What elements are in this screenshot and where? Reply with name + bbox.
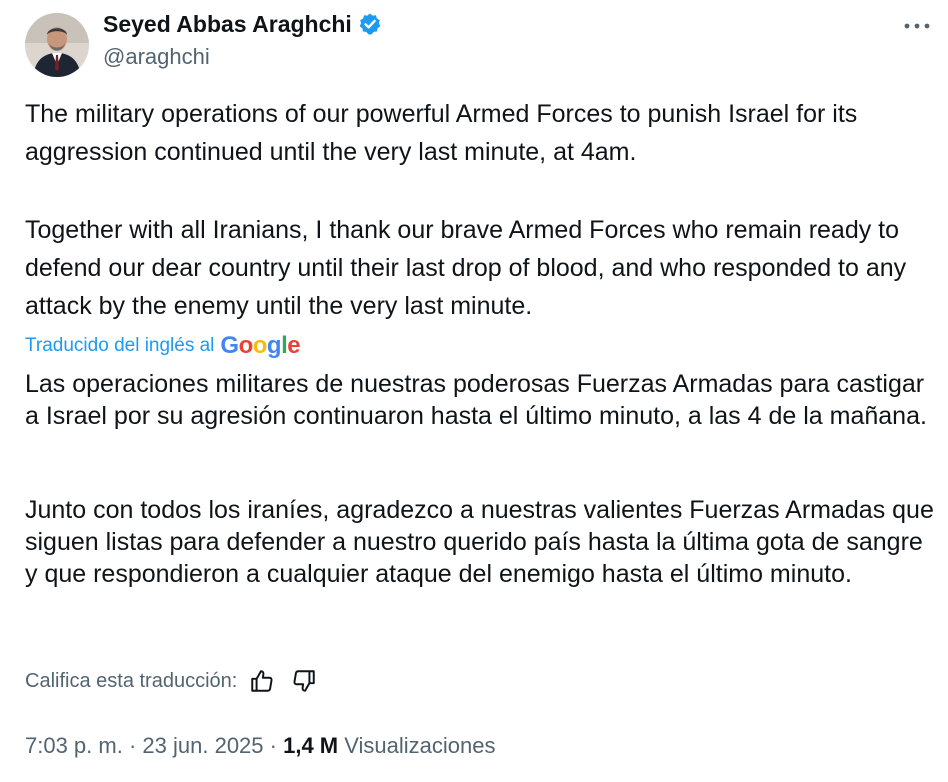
translation-label: Traducido del inglés al [25, 335, 215, 356]
tweet-date[interactable]: 23 jun. 2025 [142, 733, 263, 758]
verified-badge-icon [358, 12, 382, 36]
thumbs-down-icon[interactable] [291, 668, 317, 694]
google-logo: Google [220, 332, 301, 359]
avatar[interactable] [25, 13, 89, 77]
translated-paragraph: Las operaciones militares de nuestras po… [25, 370, 927, 430]
meta-separator: · [269, 733, 277, 758]
meta-separator: · [128, 733, 137, 758]
thumbs-up-icon[interactable] [249, 668, 275, 694]
tweet-time[interactable]: 7:03 p. m. [25, 733, 123, 758]
tweet-meta: 7:03 p. m. · 23 jun. 2025 · 1,4 M Visual… [25, 731, 496, 761]
views-label: Visualizaciones [344, 733, 496, 758]
rate-translation-label: Califica esta traducción: [25, 670, 238, 692]
rate-translation: Califica esta traducción: [25, 667, 317, 695]
author-name[interactable]: Seyed Abbas Araghchi [103, 9, 382, 39]
tweet-paragraph: Together with all Iranians, I thank our … [25, 216, 907, 320]
views-count: 1,4 M [283, 733, 339, 758]
author-name-text: Seyed Abbas Araghchi [103, 11, 352, 37]
more-horizontal-icon[interactable] [900, 12, 934, 40]
translation-attribution[interactable]: Traducido del inglés al Google [25, 332, 301, 360]
translated-paragraph: Junto con todos los iraníes, agradezco a… [25, 496, 934, 588]
tweet-paragraph: The military operations of our powerful … [25, 100, 858, 166]
author-handle[interactable]: @araghchi [103, 43, 210, 71]
